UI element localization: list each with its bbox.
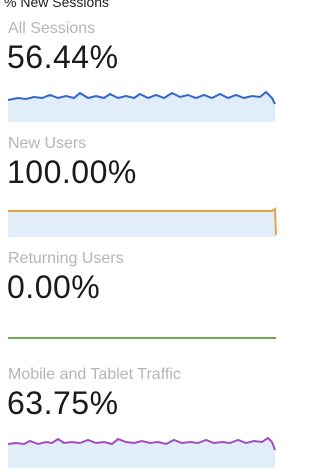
sparkline-all-sessions (7, 90, 276, 122)
segment-label: New Users (8, 135, 87, 152)
sparkline-fill (8, 211, 276, 237)
segment-value: 63.75% (7, 385, 119, 421)
segment-value: 0.00% (7, 269, 101, 305)
segment-value: 100.00% (7, 154, 137, 190)
segment-value: 56.44% (7, 39, 119, 75)
sparkline-new-users (8, 207, 277, 237)
segment-label: All Sessions (8, 20, 96, 37)
sparkline-returning-users (8, 337, 276, 339)
sparkline-mobile-tablet (7, 436, 276, 468)
segment-label: Returning Users (8, 250, 124, 267)
metric-title: % New Sessions (4, 0, 110, 10)
segment-label: Mobile and Tablet Traffic (8, 366, 181, 383)
